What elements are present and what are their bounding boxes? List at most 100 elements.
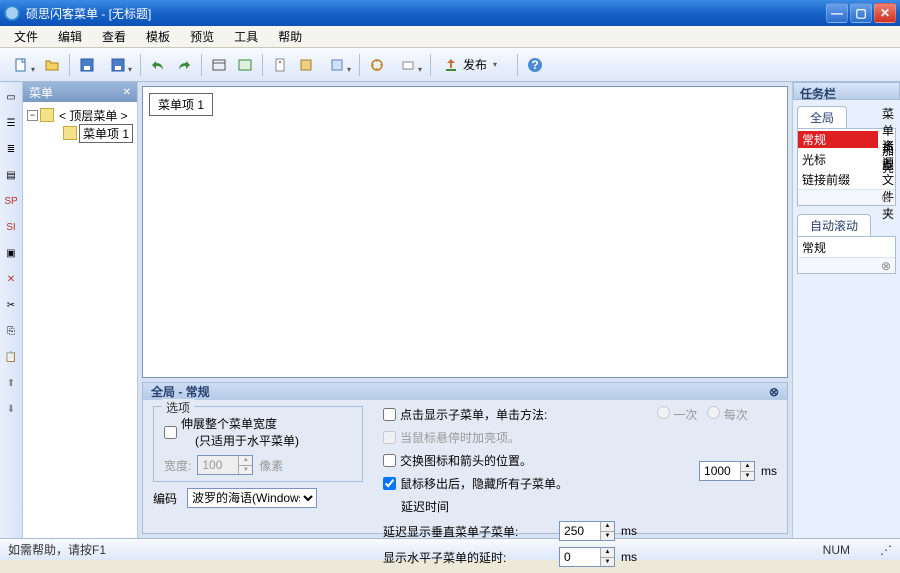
status-help: 如需帮助，请按F1 bbox=[8, 541, 106, 558]
stretch-input[interactable] bbox=[164, 426, 177, 439]
app-icon bbox=[4, 5, 20, 21]
left-tool-7[interactable]: ▣ bbox=[0, 242, 22, 264]
menu-tools[interactable]: 工具 bbox=[224, 25, 268, 48]
tree-item-row[interactable]: 菜单项 1 bbox=[27, 124, 133, 142]
tree-toggle-icon[interactable]: − bbox=[27, 110, 38, 121]
properties-collapse[interactable]: ⊗ bbox=[769, 385, 779, 399]
properties-header: 全局 - 常规 ⊗ bbox=[143, 383, 787, 400]
title-bar: 硕思闪客菜单 - [无标题] — ▢ ✕ bbox=[0, 0, 900, 26]
tool-button-2[interactable] bbox=[233, 53, 257, 77]
svg-text:?: ? bbox=[531, 58, 538, 72]
folder-icon bbox=[40, 108, 54, 122]
undo-button[interactable] bbox=[146, 53, 170, 77]
taskbar-panel: 任务栏 全局 常规菜单类型 光标加亮 链接前缀资源文件夹 ⊗ 自动滚动 常规 ⊗ bbox=[792, 82, 900, 538]
vertical-delay-field[interactable]: 250▲▼ bbox=[559, 521, 615, 541]
menu-edit[interactable]: 编辑 bbox=[48, 25, 92, 48]
menu-file[interactable]: 文件 bbox=[4, 25, 48, 48]
width-label: 宽度: bbox=[164, 457, 191, 474]
new-button[interactable] bbox=[4, 53, 38, 77]
tool-button-5[interactable] bbox=[320, 53, 354, 77]
horizontal-delay-label: 显示水平子菜单的延时: bbox=[383, 549, 553, 566]
hover-highlight-checkbox: 当鼠标悬停时加亮项。 bbox=[383, 429, 637, 446]
task-collapse-2[interactable]: ⊗ bbox=[798, 257, 895, 273]
left-tool-down[interactable]: ⬇ bbox=[0, 398, 22, 420]
left-tool-copy[interactable]: ⎘ bbox=[0, 320, 22, 342]
task-collapse-1[interactable]: ⊗ bbox=[798, 189, 895, 205]
tool-button-6[interactable] bbox=[365, 53, 389, 77]
left-toolbar: ▭ ☰ ≣ ▤ SP SI ▣ ✕ ✂ ⎘ 📋 ⬆ ⬇ bbox=[0, 82, 23, 538]
status-grip: ⋰ bbox=[880, 543, 892, 557]
tool-button-4[interactable] bbox=[294, 53, 318, 77]
swap-icon-checkbox[interactable]: 交换图标和箭头的位置。 bbox=[383, 452, 637, 469]
left-tool-up[interactable]: ⬆ bbox=[0, 372, 22, 394]
redo-button[interactable] bbox=[172, 53, 196, 77]
publish-button[interactable]: 发布 bbox=[436, 53, 512, 77]
vertical-delay-label: 延迟显示垂直菜单子菜单: bbox=[383, 523, 553, 540]
radio-each: 每次 bbox=[707, 406, 747, 423]
menu-template[interactable]: 模板 bbox=[136, 25, 180, 48]
width-unit: 像素 bbox=[259, 457, 283, 474]
left-tool-3[interactable]: ≣ bbox=[0, 138, 22, 160]
left-tool-5[interactable]: SP bbox=[0, 190, 22, 212]
tree-root-label: < 顶层菜单 > bbox=[56, 107, 131, 124]
tool-button-7[interactable] bbox=[391, 53, 425, 77]
menu-tree: − < 顶层菜单 > 菜单项 1 bbox=[23, 102, 137, 538]
taskbar-title: 任务栏 bbox=[793, 82, 900, 100]
window-title: 硕思闪客菜单 - [无标题] bbox=[26, 5, 826, 22]
minimize-button[interactable]: — bbox=[826, 3, 848, 23]
left-tool-paste[interactable]: 📋 bbox=[0, 346, 22, 368]
stretch-checkbox[interactable]: 伸展整个菜单宽度 (只适用于水平菜单) bbox=[164, 415, 352, 449]
properties-title: 全局 - 常规 bbox=[151, 383, 210, 400]
canvas-menu-item[interactable]: 菜单项 1 bbox=[149, 93, 213, 116]
radio-once: 一次 bbox=[657, 406, 697, 423]
canvas[interactable]: 菜单项 1 bbox=[142, 86, 788, 378]
toolbar: 发布 ? bbox=[0, 48, 900, 82]
menu-preview[interactable]: 预览 bbox=[180, 25, 224, 48]
hide-delay-field[interactable]: 1000▲▼ bbox=[699, 461, 755, 481]
tree-item-label: 菜单项 1 bbox=[79, 124, 133, 143]
properties-panel: 全局 - 常规 ⊗ 选项 伸展整个菜单宽度 (只适用于水平菜单) bbox=[142, 382, 788, 534]
click-show-checkbox[interactable]: 点击显示子菜单，单击方法: bbox=[383, 406, 637, 423]
left-tool-cut[interactable]: ✂ bbox=[0, 294, 22, 316]
tool-button-3[interactable] bbox=[268, 53, 292, 77]
left-tool-4[interactable]: ▤ bbox=[0, 164, 22, 186]
menu-view[interactable]: 查看 bbox=[92, 25, 136, 48]
left-tool-2[interactable]: ☰ bbox=[0, 112, 22, 134]
delay-label: 延迟时间 bbox=[383, 498, 637, 515]
folder-icon bbox=[63, 126, 77, 140]
stretch-note: (只适用于水平菜单) bbox=[181, 434, 299, 448]
left-tool-1[interactable]: ▭ bbox=[0, 86, 22, 108]
left-tool-delete[interactable]: ✕ bbox=[0, 268, 22, 290]
menu-bar: 文件 编辑 查看 模板 预览 工具 帮助 bbox=[0, 26, 900, 48]
task-tab-global[interactable]: 全局 bbox=[797, 106, 847, 128]
tool-button-1[interactable] bbox=[207, 53, 231, 77]
publish-label: 发布 bbox=[463, 56, 487, 73]
status-num: NUM bbox=[823, 543, 850, 557]
menu-help[interactable]: 帮助 bbox=[268, 25, 312, 48]
menu-tree-close[interactable]: ✕ bbox=[123, 87, 131, 98]
save-button[interactable] bbox=[75, 53, 99, 77]
close-button[interactable]: ✕ bbox=[874, 3, 896, 23]
task-global-body: 常规菜单类型 光标加亮 链接前缀资源文件夹 ⊗ bbox=[797, 128, 896, 206]
options-legend: 选项 bbox=[162, 399, 194, 416]
save-as-button[interactable] bbox=[101, 53, 135, 77]
encoding-label: 编码 bbox=[153, 490, 177, 507]
left-tool-6[interactable]: SI bbox=[0, 216, 22, 238]
menu-tree-header: 菜单 ✕ bbox=[23, 82, 137, 102]
task-tab-autoscroll[interactable]: 自动滚动 bbox=[797, 214, 871, 236]
encoding-select[interactable]: 波罗的海语(Windows) bbox=[187, 488, 317, 508]
help-button[interactable]: ? bbox=[523, 53, 547, 77]
menu-tree-title: 菜单 bbox=[29, 84, 53, 101]
menu-tree-panel: 菜单 ✕ − < 顶层菜单 > 菜单项 1 bbox=[23, 82, 138, 538]
options-fieldset: 选项 伸展整个菜单宽度 (只适用于水平菜单) 宽度: 100 bbox=[153, 406, 363, 482]
mouseout-hide-checkbox[interactable]: 鼠标移出后，隐藏所有子菜单。 bbox=[383, 475, 568, 492]
task-row-general2[interactable]: 常规 bbox=[798, 237, 895, 257]
click-method-radios: 一次 每次 bbox=[657, 406, 777, 423]
tree-root-row[interactable]: − < 顶层菜单 > bbox=[27, 106, 133, 124]
task-row-prefix[interactable]: 链接前缀资源文件夹 bbox=[798, 169, 895, 189]
width-field: 100 ▲▼ bbox=[197, 455, 253, 475]
horizontal-delay-field[interactable]: 0▲▼ bbox=[559, 547, 615, 567]
maximize-button[interactable]: ▢ bbox=[850, 3, 872, 23]
open-button[interactable] bbox=[40, 53, 64, 77]
width-value: 100 bbox=[202, 458, 222, 472]
